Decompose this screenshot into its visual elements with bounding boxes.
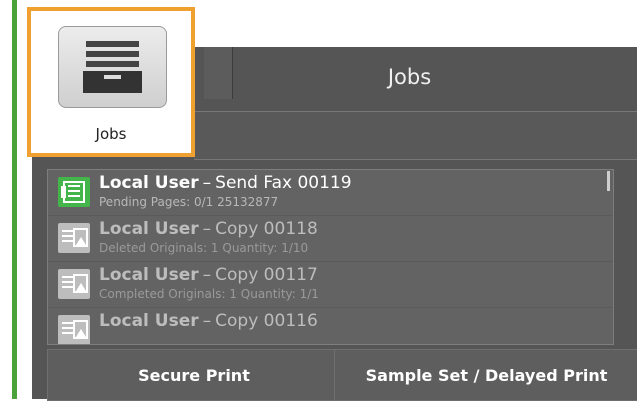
fax-icon [58,177,90,207]
job-row[interactable]: Local User – Copy 00117 Completed Original… [48,262,613,308]
job-drawer-icon [58,26,167,108]
job-filter-bar[interactable] [194,111,637,160]
job-row[interactable]: Local User – Copy 00118 Deleted Originals:… [48,216,613,262]
job-status: Deleted Originals: 1 Quantity: 1/10 [99,241,309,255]
job-user: Local User [99,219,199,239]
copy-icon [58,269,90,299]
list-scrollbar[interactable] [607,171,610,191]
job-row[interactable]: Local User – Send Fax 00119 Pending Pages:… [48,170,613,216]
job-user: Local User [99,173,199,193]
left-accent-bar [12,0,17,399]
secure-print-button[interactable]: Secure Print [47,349,341,401]
jobs-app-tile[interactable]: Jobs [27,7,195,157]
copy-icon [58,223,90,253]
job-list[interactable]: Local User – Send Fax 00119 Pending Pages:… [47,169,614,345]
job-status: Pending Pages: 0/1 25132877 [99,195,279,209]
job-status: Completed Originals: 1 Quantity: 1/1 [99,287,319,301]
job-row[interactable]: Local User – Copy 00116 [48,308,613,344]
job-title: Send Fax 00119 [215,173,352,193]
job-title: Copy 00116 [215,311,318,331]
copy-icon [58,315,90,344]
panel-title: Jobs [387,65,432,89]
job-title: Copy 00118 [215,219,318,239]
job-user: Local User [99,311,199,331]
job-user: Local User [99,265,199,285]
jobs-tile-label: Jobs [95,125,127,143]
sample-set-delayed-print-button[interactable]: Sample Set / Delayed Print [334,349,637,401]
job-title: Copy 00117 [215,265,318,285]
